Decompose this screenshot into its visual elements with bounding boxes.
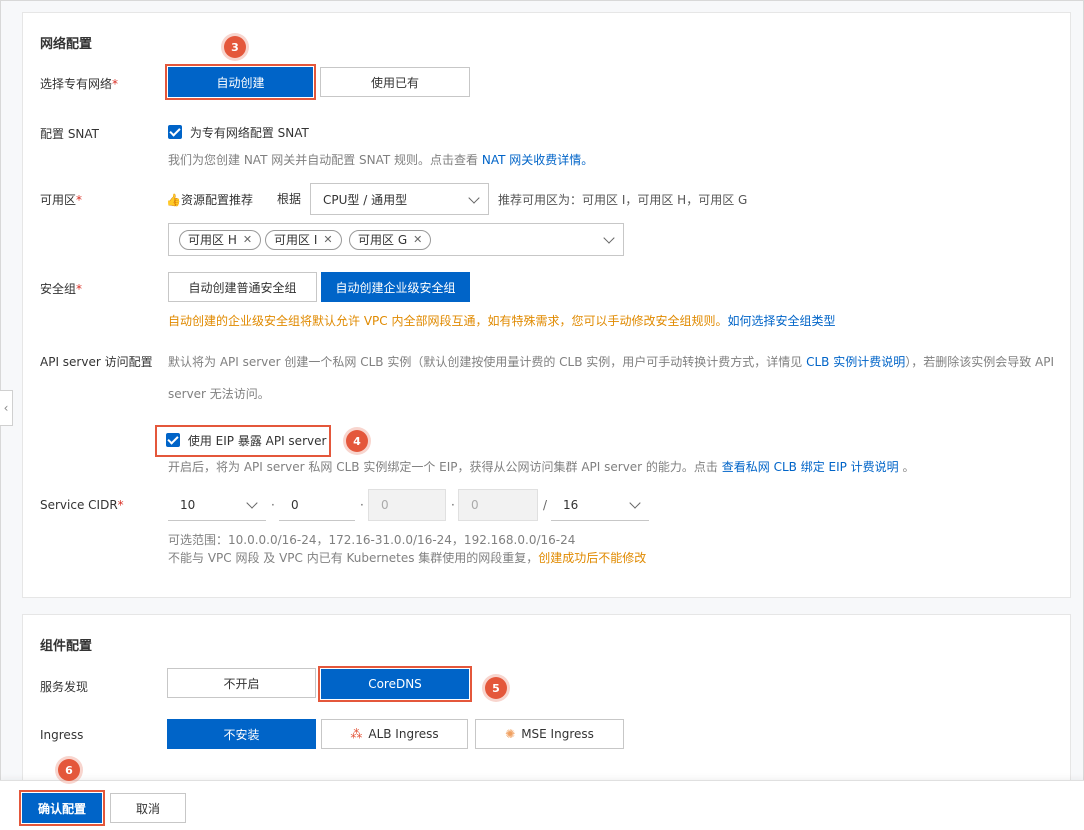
cidr-separator: ·	[360, 498, 364, 512]
coredns-button[interactable]: CoreDNS	[318, 666, 472, 702]
snat-label: 配置 SNAT	[40, 127, 100, 141]
sg-type-link[interactable]: 如何选择安全组类型	[727, 314, 835, 328]
cidr-mask-select[interactable]: 16	[551, 489, 649, 521]
mse-ingress-button[interactable]: ✺ MSE Ingress	[475, 719, 624, 749]
confirm-config-button[interactable]: 确认配置	[19, 790, 105, 826]
close-icon[interactable]: ✕	[413, 231, 422, 249]
api-server-desc-2: server 无法访问。	[168, 387, 270, 401]
cidr-note: 不能与 VPC 网段 及 VPC 内已有 Kubernetes 集群使用的网段重…	[168, 551, 647, 565]
chevron-down-icon	[629, 497, 641, 509]
resource-recommend[interactable]: 👍资源配置推荐	[166, 191, 253, 208]
zone-tag-g[interactable]: 可用区 G ✕	[349, 230, 432, 250]
zone-label: 可用区*	[40, 193, 83, 207]
cidr-separator: ·	[271, 498, 275, 512]
network-config-card: 网络配置 选择专有网络* 自动创建 使用已有 3 配置 SNAT 为专有网络配置…	[22, 12, 1071, 598]
api-server-label: API server 访问配置	[40, 355, 153, 369]
step-badge-6: 6	[58, 759, 80, 781]
collapse-sidebar-button[interactable]: ‹	[0, 390, 13, 426]
vpc-use-existing-button[interactable]: 使用已有	[320, 67, 470, 97]
sg-normal-button[interactable]: 自动创建普通安全组	[168, 272, 317, 302]
eip-hint: 开启后，将为 API server 私网 CLB 实例绑定一个 EIP，获得从公…	[168, 460, 915, 474]
checkbox-checked-icon	[168, 125, 182, 139]
vpc-auto-create-button[interactable]: 自动创建	[165, 64, 316, 100]
service-discovery-label: 服务发现	[40, 680, 89, 694]
ingress-none-button[interactable]: 不安装	[167, 719, 316, 749]
section-title-components: 组件配置	[40, 639, 93, 654]
sg-enterprise-button[interactable]: 自动创建企业级安全组	[321, 272, 470, 302]
cidr-octet-4-input: 0	[458, 489, 538, 521]
step-badge-5: 5	[485, 677, 507, 699]
close-icon[interactable]: ✕	[323, 231, 332, 249]
checkbox-checked-icon	[166, 433, 180, 447]
api-server-desc: 默认将为 API server 创建一个私网 CLB 实例（默认创建按使用量计费…	[168, 355, 1055, 369]
eip-checkbox[interactable]: 使用 EIP 暴露 API server	[155, 425, 331, 457]
cidr-slash: /	[543, 498, 548, 512]
alb-ingress-button[interactable]: ⁂ ALB Ingress	[321, 719, 468, 749]
cidr-octet-2-input[interactable]: 0	[279, 489, 355, 521]
snat-hint: 我们为您创建 NAT 网关并自动配置 SNAT 规则。点击查看 NAT 网关收费…	[168, 153, 594, 167]
zone-basis-label: 根据	[277, 192, 302, 206]
service-cidr-label: Service CIDR*	[40, 498, 124, 512]
mse-icon: ✺	[505, 727, 516, 741]
service-discovery-off-button[interactable]: 不开启	[167, 668, 316, 698]
security-group-label: 安全组*	[40, 282, 83, 296]
eip-pricing-link[interactable]: 查看私网 CLB 绑定 EIP 计费说明	[722, 460, 899, 474]
alb-icon: ⁂	[350, 727, 363, 741]
cidr-separator: ·	[451, 498, 455, 512]
chevron-left-icon: ‹	[3, 401, 9, 415]
cidr-octet-3-input: 0	[368, 489, 446, 521]
vpc-label: 选择专有网络*	[40, 77, 119, 91]
chevron-down-icon	[468, 192, 480, 204]
footer-bar: 6 确认配置 取消	[0, 759, 1084, 830]
step-badge-4: 4	[346, 430, 368, 452]
zone-tag-i[interactable]: 可用区 I ✕	[265, 230, 342, 250]
zone-tag-h[interactable]: 可用区 H ✕	[179, 230, 262, 250]
chevron-down-icon	[246, 497, 258, 509]
cidr-range-hint: 可选范围：10.0.0.0/16-24，172.16-31.0.0/16-24，…	[168, 533, 576, 547]
snat-checkbox[interactable]: 为专有网络配置 SNAT	[168, 124, 309, 141]
section-title-network: 网络配置	[40, 37, 93, 52]
ingress-label: Ingress	[40, 728, 84, 742]
nat-pricing-link[interactable]: NAT 网关收费详情。	[482, 153, 593, 167]
zone-recommend-text: 推荐可用区为：可用区 I，可用区 H，可用区 G	[498, 193, 748, 207]
clb-pricing-link[interactable]: CLB 实例计费说明	[806, 355, 905, 369]
cidr-octet-1-select[interactable]: 10	[168, 489, 266, 521]
instance-type-select[interactable]: CPU型 / 通用型	[310, 183, 489, 215]
chevron-down-icon	[603, 232, 615, 244]
cancel-button[interactable]: 取消	[110, 793, 186, 823]
sg-warning: 自动创建的企业级安全组将默认允许 VPC 内全部网段互通，如有特殊需求，您可以手…	[168, 314, 836, 328]
thumbs-up-icon: 👍	[166, 193, 181, 207]
step-badge-3: 3	[224, 36, 246, 58]
zone-multi-select[interactable]: 可用区 H ✕ 可用区 I ✕ 可用区 G ✕	[168, 223, 624, 256]
close-icon[interactable]: ✕	[243, 231, 252, 249]
